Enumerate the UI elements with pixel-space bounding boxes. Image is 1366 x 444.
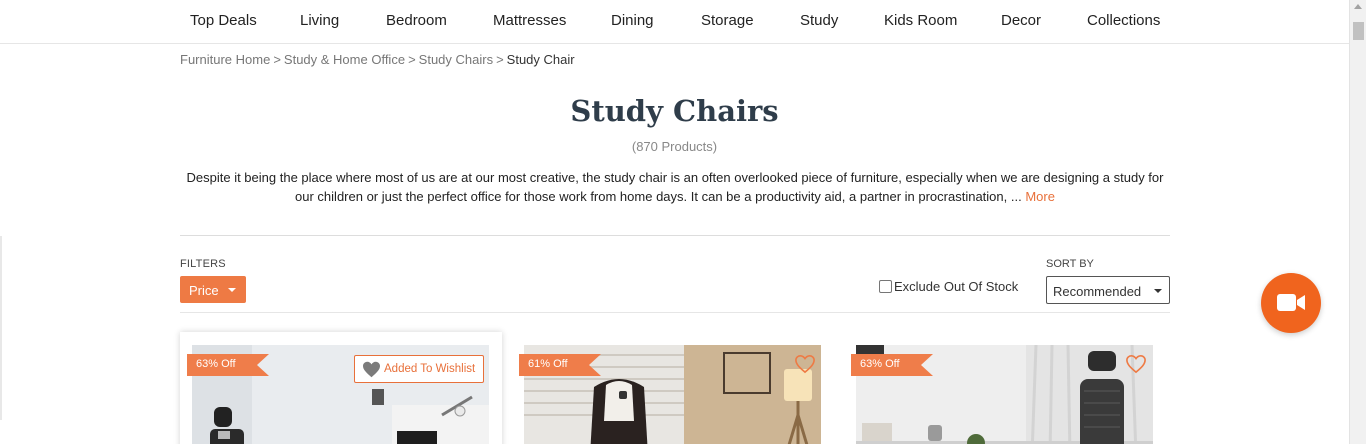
- breadcrumb-separator: >: [408, 52, 416, 67]
- nav-item-top-deals[interactable]: Top Deals: [190, 12, 257, 29]
- product-card[interactable]: 63% Off: [844, 332, 1166, 444]
- discount-text: 63% Off: [196, 358, 236, 370]
- product-count: (870 Products): [631, 139, 718, 154]
- scroll-up-arrow-icon[interactable]: [1354, 4, 1362, 9]
- video-camera-icon: [1277, 294, 1305, 311]
- product-card[interactable]: 63% Off: [180, 332, 502, 444]
- divider: [180, 235, 1170, 236]
- heart-filled-icon: [363, 361, 380, 378]
- nav-item-bedroom[interactable]: Bedroom: [386, 12, 447, 29]
- nav-item-decor[interactable]: Decor: [1001, 12, 1041, 29]
- more-link[interactable]: More: [1025, 189, 1055, 204]
- nav-item-living[interactable]: Living: [300, 12, 339, 29]
- nav-item-kids-room[interactable]: Kids Room: [884, 12, 957, 29]
- heart-outline-icon[interactable]: [1125, 354, 1147, 374]
- breadcrumb: Furniture Home > Study & Home Office > Study…: [180, 52, 575, 67]
- breadcrumb-separator: >: [273, 52, 281, 67]
- video-call-button[interactable]: [1261, 273, 1321, 333]
- page-scrollbar[interactable]: [1349, 0, 1366, 444]
- nav-item-study[interactable]: Study: [800, 12, 838, 29]
- discount-badge: 63% Off: [187, 354, 269, 376]
- breadcrumb-study-home-office[interactable]: Study & Home Office: [284, 52, 405, 67]
- nav-item-collections[interactable]: Collections: [1087, 12, 1160, 29]
- product-card[interactable]: 61% Off: [512, 332, 834, 444]
- top-navigation: Top Deals Living Bedroom Mattresses Dini…: [0, 0, 1349, 44]
- price-filter-button[interactable]: Price: [180, 276, 246, 303]
- nav-item-dining[interactable]: Dining: [611, 12, 654, 29]
- discount-text: 63% Off: [860, 358, 900, 370]
- wishlist-label: Added To Wishlist: [384, 363, 476, 375]
- exclude-out-of-stock-label: Exclude Out Of Stock: [894, 279, 1019, 294]
- discount-badge: 61% Off: [519, 354, 601, 376]
- added-to-wishlist-button[interactable]: Added To Wishlist: [354, 355, 484, 383]
- filters-label: FILTERS: [180, 258, 226, 270]
- description-text: Despite it being the place where most of…: [186, 170, 1164, 204]
- caret-down-icon: [1154, 289, 1162, 293]
- exclude-out-of-stock[interactable]: Exclude Out Of Stock: [879, 279, 1018, 294]
- discount-text: 61% Off: [528, 358, 568, 370]
- breadcrumb-study-chairs[interactable]: Study Chairs: [419, 52, 493, 67]
- left-edge-divider: [0, 236, 2, 420]
- breadcrumb-current: Study Chair: [506, 52, 575, 67]
- nav-item-storage[interactable]: Storage: [701, 12, 754, 29]
- sort-by-value: Recommended: [1053, 284, 1142, 299]
- sort-by-label: SORT BY: [1046, 258, 1094, 270]
- sort-by-select[interactable]: Recommended: [1046, 276, 1170, 304]
- breadcrumb-furniture-home[interactable]: Furniture Home: [180, 52, 270, 67]
- page-title: Study Chairs: [570, 94, 779, 128]
- caret-down-icon: [228, 288, 236, 292]
- breadcrumb-separator: >: [496, 52, 504, 67]
- divider: [180, 312, 1170, 313]
- nav-item-mattresses[interactable]: Mattresses: [493, 12, 566, 29]
- scrollbar-thumb[interactable]: [1353, 22, 1364, 40]
- discount-badge: 63% Off: [851, 354, 933, 376]
- heart-outline-icon[interactable]: [794, 354, 816, 374]
- price-filter-label: Price: [189, 283, 219, 298]
- category-description: Despite it being the place where most of…: [180, 169, 1170, 206]
- exclude-out-of-stock-checkbox[interactable]: [879, 280, 892, 293]
